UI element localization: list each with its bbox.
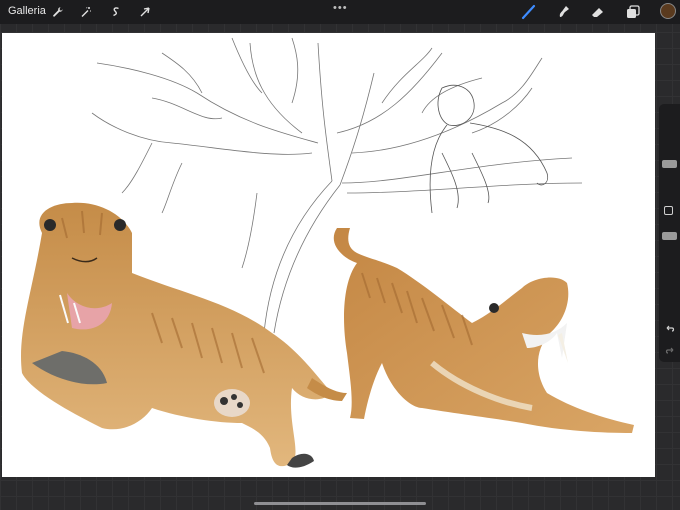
side-toolbar	[659, 104, 680, 362]
layers-icon[interactable]	[625, 4, 641, 20]
arrow-cursor-icon[interactable]	[137, 4, 153, 20]
stretching-sabertooth-painting	[333, 228, 634, 433]
brush-icon[interactable]	[521, 4, 537, 20]
more-options-icon[interactable]: •••	[333, 2, 348, 14]
brush-size-slider[interactable]	[662, 160, 677, 168]
eraser-icon[interactable]	[590, 4, 606, 20]
lion-sketch	[429, 84, 549, 214]
modify-button[interactable]	[664, 206, 673, 215]
home-indicator[interactable]	[254, 502, 426, 505]
drawing-canvas[interactable]	[2, 33, 655, 477]
artwork	[21, 37, 634, 468]
smudge-icon[interactable]	[556, 4, 572, 20]
redo-icon[interactable]	[663, 344, 676, 356]
wrench-icon[interactable]	[50, 4, 66, 20]
undo-icon[interactable]	[663, 322, 676, 334]
selection-s-icon[interactable]	[108, 4, 124, 20]
opacity-slider[interactable]	[662, 232, 677, 240]
top-toolbar: Galleria •••	[0, 0, 680, 24]
color-picker-button[interactable]	[660, 3, 676, 19]
gallery-button[interactable]: Galleria	[8, 5, 46, 17]
magic-wand-icon[interactable]	[78, 4, 94, 20]
lying-sabertooth-painting	[21, 202, 347, 468]
